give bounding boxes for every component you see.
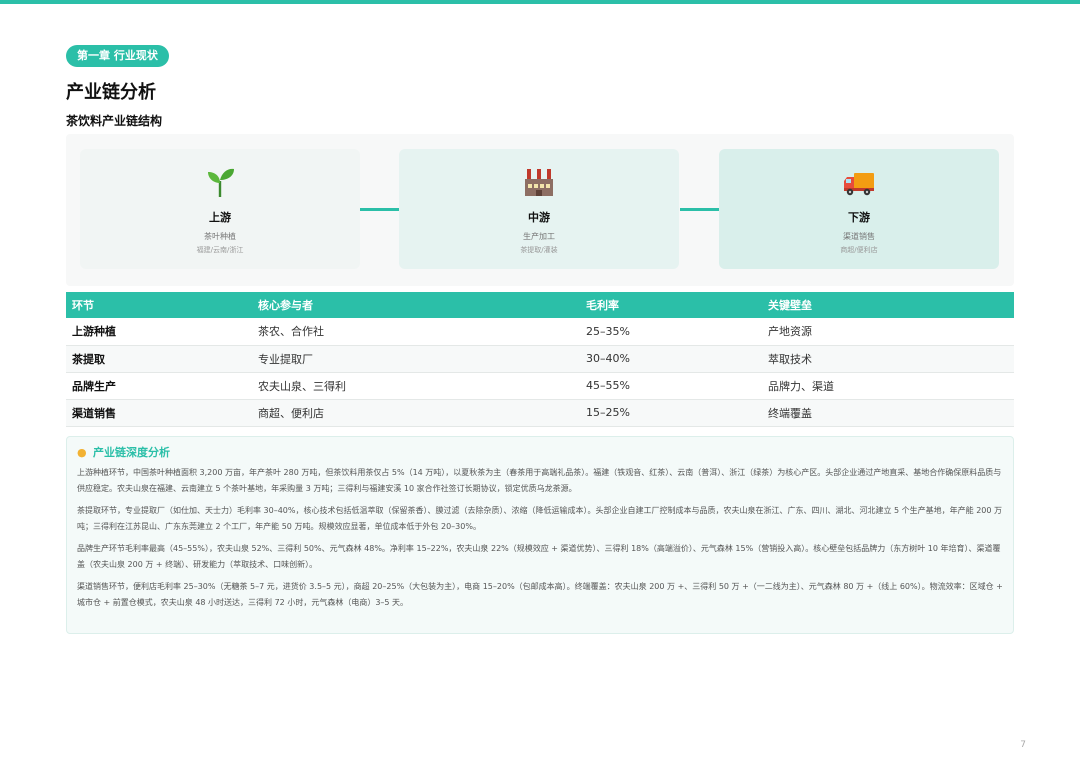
table-cell: 产地资源: [762, 318, 1014, 346]
analysis-title: ● 产业链深度分析: [77, 445, 1003, 461]
page-title: 产业链分析: [66, 82, 156, 103]
table-row: 上游种植 茶农、合作社 25–35% 产地资源: [66, 318, 1014, 346]
lightbulb-icon: ●: [77, 446, 87, 459]
analysis-title-text: 产业链深度分析: [93, 446, 170, 459]
table-cell: 45–55%: [580, 372, 762, 400]
table-header-cell: 关键壁垒: [762, 292, 1014, 318]
chain-card-midstream: 中游 生产加工 茶提取/灌装: [399, 149, 679, 269]
table-header-cell: 环节: [66, 292, 252, 318]
table-header-cell: 毛利率: [580, 292, 762, 318]
chain-card-upstream: 上游 茶叶种植 福建/云南/浙江: [80, 149, 360, 269]
chain-connector: [680, 208, 719, 211]
analysis-paragraph: 茶提取环节，专业提取厂（如仕加、天士力）毛利率 30–40%，核心技术包括低温萃…: [77, 506, 1003, 531]
table-cell: 茶农、合作社: [252, 318, 580, 346]
analysis-paragraph: 渠道销售环节，便利店毛利率 25–30%（无糖茶 5–7 元，进货价 3.5–5…: [77, 582, 1003, 607]
top-accent-bar: [0, 0, 1080, 4]
table-cell: 上游种植: [66, 318, 252, 346]
table-cell: 25–35%: [580, 318, 762, 346]
table-cell: 品牌生产: [66, 372, 252, 400]
chapter-badge: 第一章 行业现状: [66, 45, 169, 67]
industry-chain-diagram: 上游 茶叶种植 福建/云南/浙江 中游 生产加工 茶提取/灌装 下游 渠道销售 …: [66, 134, 1014, 286]
table-cell: 终端覆盖: [762, 399, 1014, 427]
chain-stage-sub: 茶提取/灌装: [520, 246, 558, 254]
page-number: 7: [1020, 740, 1026, 750]
table-header-cell: 核心参与者: [252, 292, 580, 318]
chain-stage-sub: 商超/便利店: [840, 246, 878, 254]
table-cell: 专业提取厂: [252, 345, 580, 373]
chain-stage-name: 上游: [209, 211, 231, 224]
factory-icon: [525, 169, 553, 196]
table-cell: 30–40%: [580, 345, 762, 373]
industry-chain-table: 环节 核心参与者 毛利率 关键壁垒 上游种植 茶农、合作社 25–35% 产地资…: [66, 292, 1014, 427]
table-cell: 农夫山泉、三得利: [252, 372, 580, 400]
chain-stage-name: 下游: [848, 211, 870, 224]
chain-stage-desc: 渠道销售: [843, 232, 875, 241]
table-cell: 渠道销售: [66, 399, 252, 427]
seedling-icon: [208, 168, 234, 197]
table-header-row: 环节 核心参与者 毛利率 关键壁垒: [66, 292, 1014, 318]
chain-stage-desc: 生产加工: [523, 232, 555, 241]
table-row: 茶提取 专业提取厂 30–40% 萃取技术: [66, 345, 1014, 373]
chain-stage-sub: 福建/云南/浙江: [196, 246, 244, 254]
delivery-truck-icon: [844, 173, 874, 196]
table-cell: 品牌力、渠道: [762, 372, 1014, 400]
table-row: 品牌生产 农夫山泉、三得利 45–55% 品牌力、渠道: [66, 372, 1014, 400]
chain-stage-name: 中游: [528, 211, 550, 224]
table-cell: 茶提取: [66, 345, 252, 373]
table-cell: 15–25%: [580, 399, 762, 427]
section-title: 茶饮料产业链结构: [66, 114, 163, 128]
table-cell: 萃取技术: [762, 345, 1014, 373]
chain-connector: [360, 208, 399, 211]
chain-card-downstream: 下游 渠道销售 商超/便利店: [719, 149, 999, 269]
table-cell: 商超、便利店: [252, 399, 580, 427]
analysis-box: ● 产业链深度分析 上游种植环节，中国茶叶种植面积 3,200 万亩，年产茶叶 2…: [66, 436, 1014, 634]
analysis-paragraph: 品牌生产环节毛利率最高（45–55%），农夫山泉 52%、三得利 50%、元气森…: [77, 544, 1001, 569]
analysis-paragraph: 上游种植环节，中国茶叶种植面积 3,200 万亩，年产茶叶 280 万吨，但茶饮…: [77, 468, 1002, 493]
table-row: 渠道销售 商超、便利店 15–25% 终端覆盖: [66, 399, 1014, 427]
chain-stage-desc: 茶叶种植: [204, 232, 236, 241]
